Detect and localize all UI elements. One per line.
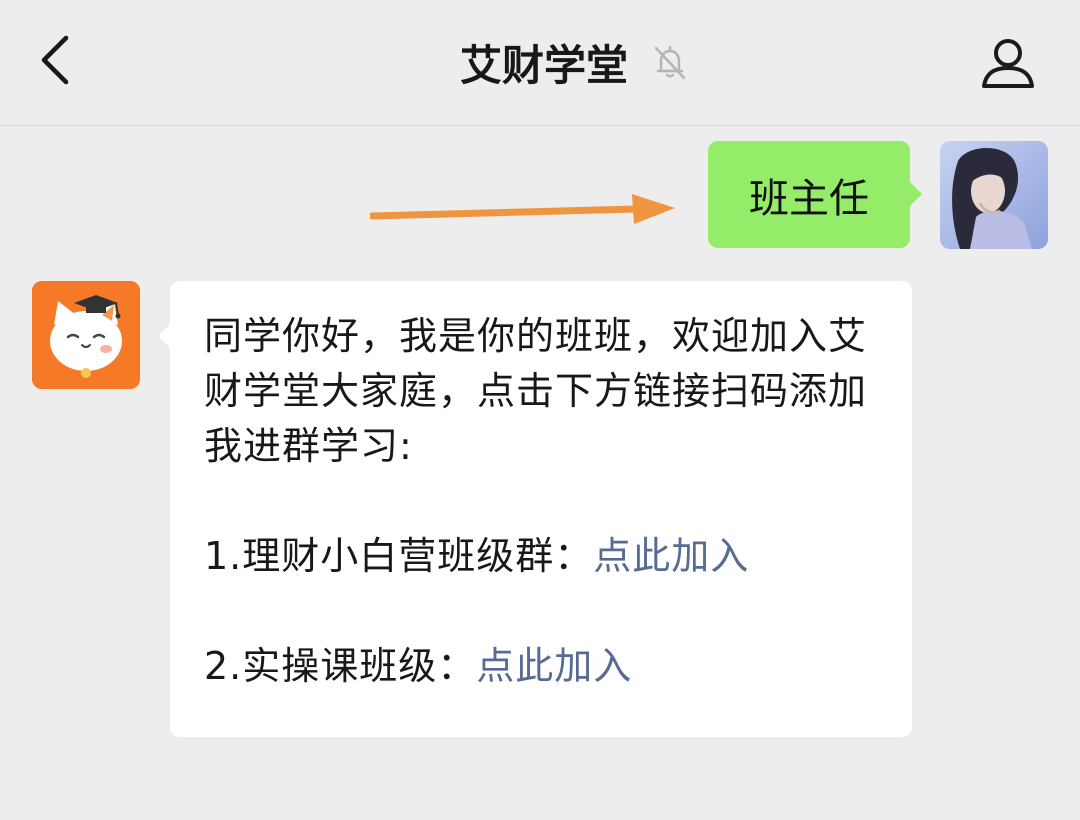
incoming-message-content: 同学你好，我是你的班班，欢迎加入艾财学堂大家庭，点击下方链接扫码添加我进群学习:… <box>204 309 894 694</box>
outgoing-message-bubble[interactable]: 班主任 <box>708 141 922 248</box>
official-account-avatar[interactable] <box>32 281 140 389</box>
item-2-line: 2.实操课班级：点此加入 <box>204 639 894 694</box>
join-link-1[interactable]: 点此加入 <box>593 534 749 578</box>
bell-off-icon <box>654 45 686 80</box>
item-1-line: 1.理财小白营班级群：点此加入 <box>204 529 894 584</box>
annotation-arrow <box>370 194 675 224</box>
lucky-cat-logo-icon <box>32 281 140 389</box>
chat-header: 艾财学堂 <box>0 0 1080 126</box>
item-2-label: 2.实操课班级： <box>204 644 477 688</box>
chat-title: 艾财学堂 <box>459 40 628 90</box>
join-link-2[interactable]: 点此加入 <box>476 644 632 688</box>
incoming-message-bubble[interactable]: 同学你好，我是你的班班，欢迎加入艾财学堂大家庭，点击下方链接扫码添加我进群学习:… <box>158 281 912 737</box>
item-1-label: 1.理财小白营班级群： <box>204 534 594 578</box>
person-icon[interactable] <box>978 32 1038 92</box>
user-avatar[interactable] <box>940 141 1048 249</box>
welcome-text: 同学你好，我是你的班班，欢迎加入艾财学堂大家庭，点击下方链接扫码添加我进群学习: <box>204 314 868 468</box>
chat-title-bar: 艾财学堂 <box>0 30 1080 94</box>
user-photo-image <box>940 141 1048 249</box>
outgoing-message-text: 班主任 <box>749 175 869 222</box>
